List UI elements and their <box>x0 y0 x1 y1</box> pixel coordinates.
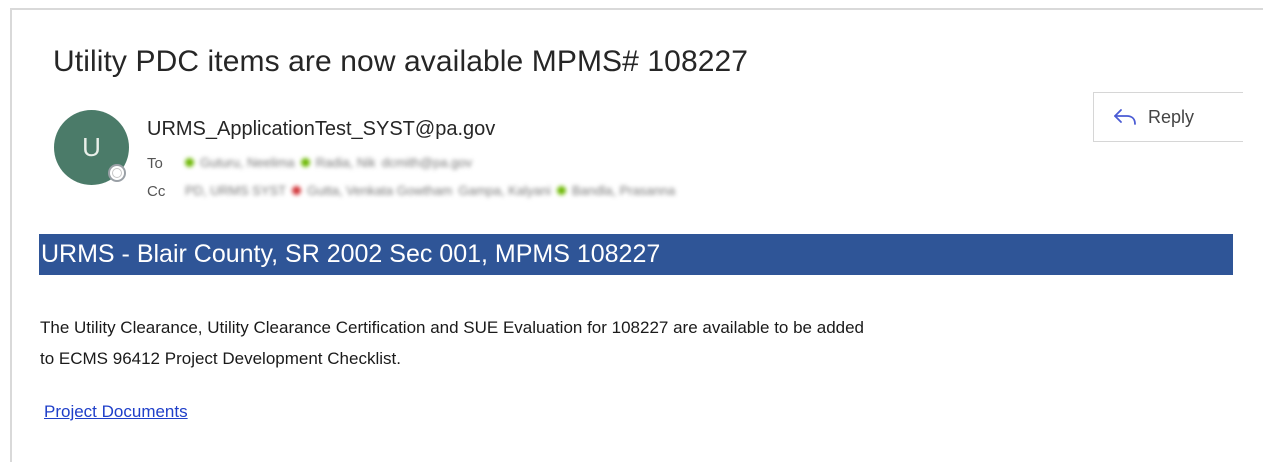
project-documents-link[interactable]: Project Documents <box>44 402 188 422</box>
presence-busy-icon <box>292 186 302 195</box>
cc-label: Cc <box>147 183 166 200</box>
presence-online-icon <box>300 158 310 167</box>
recipient[interactable]: Bandla, Prasanna <box>572 183 675 198</box>
avatar-initial: U <box>82 132 101 162</box>
recipient[interactable]: Radia, Nik <box>316 155 376 170</box>
recipient[interactable]: Gutta, Venkata Gowtham <box>307 183 452 198</box>
presence-online-icon <box>185 158 194 167</box>
reply-arrow-icon <box>1114 109 1136 125</box>
presence-status-icon <box>108 164 126 182</box>
recipient[interactable]: Guturu, Neelima <box>200 155 295 170</box>
email-body: The Utility Clearance, Utility Clearance… <box>40 312 1140 374</box>
body-line: to ECMS 96412 Project Development Checkl… <box>40 349 401 368</box>
to-label: To <box>147 155 163 172</box>
email-subject: Utility PDC items are now available MPMS… <box>53 45 749 78</box>
recipient[interactable]: Gampa, Kalyani <box>458 183 551 198</box>
recipient[interactable]: PD, URMS SYST <box>185 183 286 198</box>
reply-button[interactable]: Reply <box>1093 92 1243 142</box>
project-banner: URMS - Blair County, SR 2002 Sec 001, MP… <box>39 234 1233 275</box>
body-line: The Utility Clearance, Utility Clearance… <box>40 318 865 337</box>
cc-recipients[interactable]: PD, URMS SYST Gutta, Venkata Gowtham Gam… <box>185 183 675 198</box>
sender-address[interactable]: URMS_ApplicationTest_SYST@pa.gov <box>147 118 495 141</box>
reply-label: Reply <box>1148 106 1195 127</box>
recipient[interactable]: dcmith@pa.gov <box>382 155 473 170</box>
presence-online-icon <box>556 186 566 195</box>
to-recipients[interactable]: Guturu, Neelima Radia, Nik dcmith@pa.gov <box>185 155 472 170</box>
